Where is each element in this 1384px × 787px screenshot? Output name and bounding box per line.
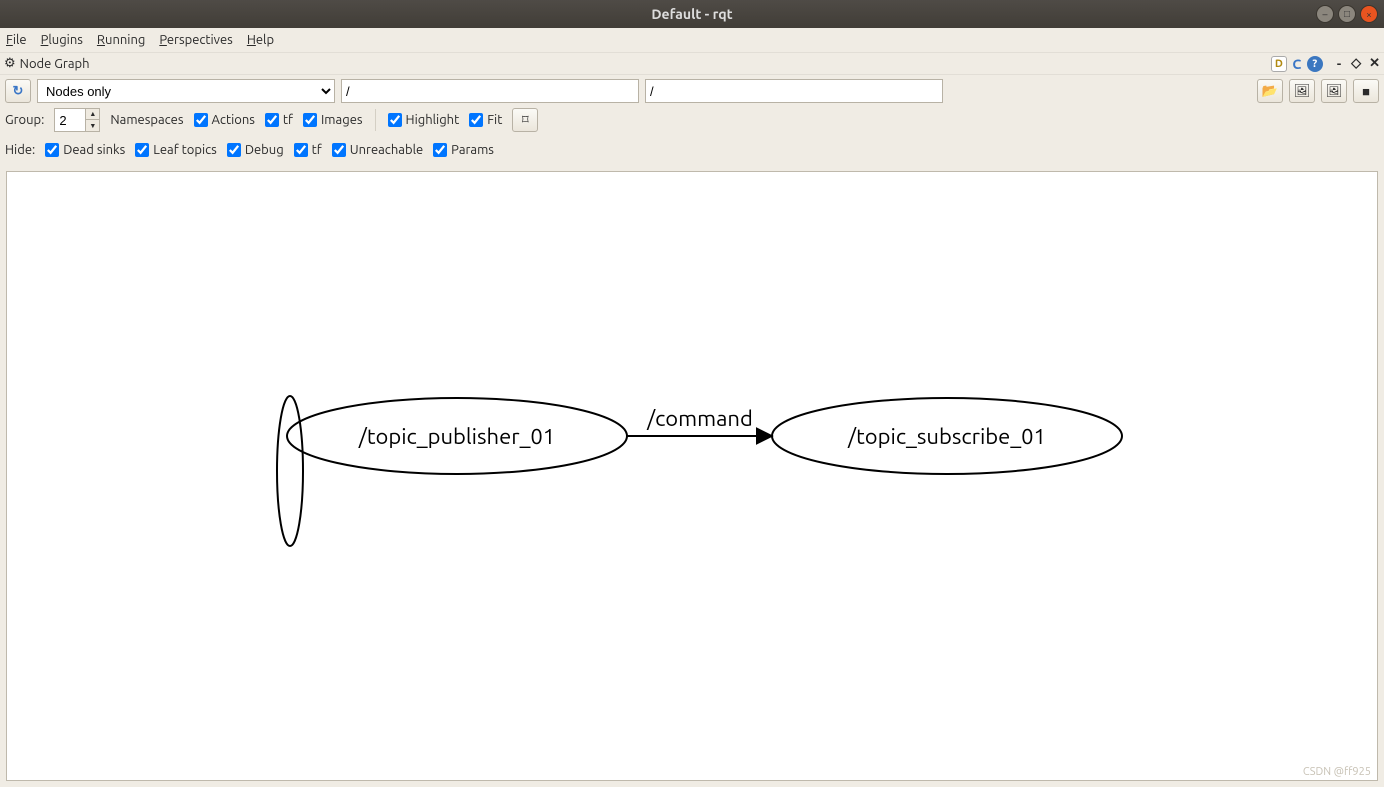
debug-checkbox[interactable]: Debug xyxy=(227,143,284,157)
image-icon: 🖼 xyxy=(1294,84,1311,99)
square-icon: ■ xyxy=(1362,84,1370,99)
refresh-c-icon[interactable]: C xyxy=(1289,56,1305,72)
fit-checkbox[interactable]: Fit xyxy=(469,113,502,127)
spin-up-icon[interactable]: ▲ xyxy=(85,109,99,120)
namespaces-label: Namespaces xyxy=(110,113,183,127)
menu-running[interactable]: Running xyxy=(97,33,145,47)
menu-help[interactable]: Help xyxy=(247,33,274,47)
help-icon[interactable]: ? xyxy=(1307,56,1323,72)
save-image-button-1[interactable]: 🖼 xyxy=(1289,79,1315,103)
window-square-button[interactable]: ■ xyxy=(1353,79,1379,103)
node-graph-icon: ⚙ xyxy=(4,56,16,71)
dead-sinks-checkbox[interactable]: Dead sinks xyxy=(45,143,125,157)
images-checkbox[interactable]: Images xyxy=(303,113,363,127)
folder-icon: 📂 xyxy=(1262,84,1278,99)
window-titlebar: Default - rqt – □ × xyxy=(0,0,1384,28)
separator xyxy=(375,109,376,131)
fit-button[interactable]: ⌑ xyxy=(512,108,538,132)
window-maximize-button[interactable]: □ xyxy=(1338,5,1356,23)
actions-checkbox[interactable]: Actions xyxy=(194,113,255,127)
toolbar-hide: Hide: Dead sinks Leaf topics Debug tf Un… xyxy=(0,135,1384,165)
graph-svg: /topic_publisher_01 /topic_subscribe_01 … xyxy=(7,172,1377,780)
d-badge-icon[interactable]: D xyxy=(1271,56,1287,72)
group-spinbox[interactable]: ▲ ▼ xyxy=(54,108,100,132)
leaf-topics-checkbox[interactable]: Leaf topics xyxy=(135,143,217,157)
spin-down-icon[interactable]: ▼ xyxy=(85,120,99,131)
menu-perspectives[interactable]: Perspectives xyxy=(159,33,232,47)
refresh-button[interactable]: ↻ xyxy=(5,79,31,103)
tf-checkbox-1[interactable]: tf xyxy=(265,113,293,127)
panel-header: ⚙ Node Graph D C ? - ◇ ✕ xyxy=(0,53,1384,75)
toolbar-group: Group: ▲ ▼ Namespaces Actions tf Images … xyxy=(0,105,1384,135)
display-mode-select[interactable]: Nodes only xyxy=(37,79,335,103)
panel-minimize-icon[interactable]: - xyxy=(1337,57,1341,71)
unreachable-checkbox[interactable]: Unreachable xyxy=(332,143,423,157)
window-minimize-button[interactable]: – xyxy=(1316,5,1334,23)
group-spin-input[interactable] xyxy=(55,113,81,128)
window-title: Default - rqt xyxy=(0,6,1384,22)
open-folder-button[interactable]: 📂 xyxy=(1257,79,1283,103)
edge-label: /command xyxy=(646,406,753,431)
window-close-button[interactable]: × xyxy=(1360,5,1378,23)
publisher-label: /topic_publisher_01 xyxy=(358,424,555,449)
params-checkbox[interactable]: Params xyxy=(433,143,494,157)
subscriber-label: /topic_subscribe_01 xyxy=(847,424,1046,449)
node-filter-input[interactable] xyxy=(341,79,639,103)
graph-canvas-wrap: /topic_publisher_01 /topic_subscribe_01 … xyxy=(0,165,1384,787)
tf-checkbox-2[interactable]: tf xyxy=(294,143,322,157)
watermark: CSDN @ff925 xyxy=(1303,766,1371,778)
menu-plugins[interactable]: Plugins xyxy=(41,33,83,47)
panel-title: Node Graph xyxy=(20,57,1267,71)
panel-close-icon[interactable]: ✕ xyxy=(1369,56,1380,71)
toolbar-main: ↻ Nodes only 📂 🖼 🖼 ■ xyxy=(0,75,1384,105)
hide-label: Hide: xyxy=(5,143,35,157)
panel-float-icon[interactable]: ◇ xyxy=(1351,56,1361,71)
topic-filter-input[interactable] xyxy=(645,79,943,103)
graph-canvas[interactable]: /topic_publisher_01 /topic_subscribe_01 … xyxy=(6,171,1378,781)
menu-file[interactable]: File xyxy=(6,33,27,47)
save-image-button-2[interactable]: 🖼 xyxy=(1321,79,1347,103)
menubar: File Plugins Running Perspectives Help xyxy=(0,28,1384,53)
rosout-node-ellipse xyxy=(277,396,303,546)
image-icon: 🖼 xyxy=(1326,84,1343,99)
group-label: Group: xyxy=(5,113,44,127)
highlight-checkbox[interactable]: Highlight xyxy=(388,113,460,127)
